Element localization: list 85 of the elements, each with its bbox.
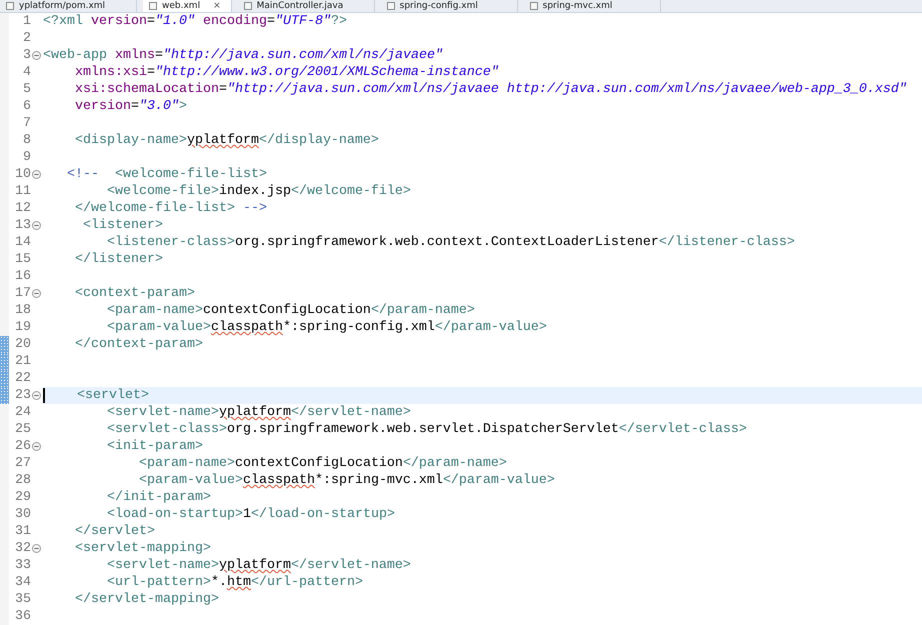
code-line: <param-name>contextConfigLocation</param-name> (138, 455, 507, 472)
code-line: <listener> (82, 217, 163, 234)
line-number: 20 (15, 337, 31, 352)
collapse-icon[interactable] (32, 391, 41, 400)
code-line: <load-on-startup>1</load-on-startup> (106, 506, 395, 523)
code-line: </listener> (74, 251, 163, 268)
line-number: 34 (15, 575, 31, 590)
line-number: 15 (15, 252, 31, 267)
editor-tab[interactable]: MainController.java (238, 0, 375, 12)
code-line: </welcome-file-list> --> (74, 200, 267, 217)
close-button[interactable]: × (213, 0, 221, 12)
line-number: 33 (15, 558, 31, 573)
file-icon (530, 2, 538, 10)
collapse-icon[interactable] (32, 170, 41, 179)
code-line: <param-value>classpath*:spring-mvc.xml</param-value> (138, 472, 555, 489)
line-number: 7 (23, 116, 31, 131)
line-number: 5 (23, 82, 31, 97)
file-icon (6, 2, 14, 10)
line-number: 27 (15, 456, 31, 471)
line-number: 10 (15, 167, 31, 182)
editor-tab[interactable]: web.xml × (143, 0, 232, 12)
code-line: version="3.0"> (74, 98, 187, 115)
line-number: 14 (15, 235, 31, 250)
line-number: 24 (15, 405, 31, 420)
line-number: 19 (15, 320, 31, 335)
line-number: 2 (23, 31, 31, 46)
collapse-icon[interactable] (32, 442, 41, 451)
file-icon (244, 2, 252, 10)
line-number: 21 (15, 354, 31, 369)
line-number: 16 (15, 269, 31, 284)
code-line: <!-- <welcome-file-list> (66, 166, 267, 183)
line-number: 25 (15, 422, 31, 437)
code-line: <context-param> (74, 285, 195, 302)
code-line: <param-value>classpath*:spring-config.xml</param-value> (106, 319, 547, 336)
collapse-icon[interactable] (32, 544, 41, 553)
collapse-icon[interactable] (32, 51, 41, 60)
code-line: <servlet-mapping> (74, 540, 211, 557)
code-line: <welcome-file>index.jsp</welcome-file> (106, 183, 411, 200)
editor-tab[interactable]: spring-mvc.xml (524, 0, 661, 12)
editor-tab[interactable]: spring-config.xml (380, 0, 518, 12)
code-line: <listener-class>org.springframework.web.context.ContextLoaderListener</listener-class> (106, 234, 795, 251)
line-number: 11 (15, 184, 31, 199)
line-number: 28 (15, 473, 31, 488)
line-number: 30 (15, 507, 31, 522)
code-line: </init-param> (106, 489, 211, 506)
line-number: 8 (23, 133, 31, 148)
line-number: 4 (23, 65, 31, 80)
line-number: 18 (15, 303, 31, 318)
code-line: </servlet> (74, 523, 155, 540)
code-line: <display-name>yplatform</display-name> (74, 132, 379, 149)
line-number: 17 (15, 286, 31, 301)
file-icon (149, 2, 157, 10)
line-number: 22 (15, 371, 31, 386)
code-line: <param-name>contextConfigLocation</param-name> (106, 302, 475, 319)
line-number: 1 (23, 14, 31, 29)
code-line: <url-pattern>*.htm</url-pattern> (106, 574, 363, 591)
code-line: <servlet-name>yplatform</servlet-name> (106, 404, 411, 421)
line-number: 26 (15, 439, 31, 454)
code-line: <servlet> (76, 387, 149, 404)
line-number: 9 (23, 150, 31, 165)
code-line: <init-param> (106, 438, 203, 455)
line-number: 31 (15, 524, 31, 539)
code-line: <web-app xmlns="http://java.sun.com/xml/ns/javaee" (43, 47, 443, 64)
code-line: <servlet-class>org.springframework.web.servlet.DispatcherServlet</servlet-class> (106, 421, 747, 438)
code-line: </servlet-mapping> (74, 591, 219, 608)
collapse-icon[interactable] (32, 221, 41, 230)
line-number: 3 (23, 48, 31, 63)
code-editor[interactable] (0, 13, 922, 625)
line-number: 35 (15, 592, 31, 607)
file-icon (386, 2, 395, 10)
code-line: xsi:schemaLocation="http://java.sun.com/xml/ns/javaee http://java.sun.com/xml/ns/javaee/web-app_3_0.xsd" (74, 81, 907, 98)
line-number: 13 (15, 218, 31, 233)
code-line: xmlns:xsi="http://www.w3.org/2001/XMLSchema-instance" (74, 64, 499, 81)
text-cursor (43, 388, 45, 403)
line-number: 29 (15, 490, 31, 505)
editor-tab[interactable]: yplatform/pom.xml (0, 0, 137, 12)
line-number: 6 (23, 99, 31, 114)
line-number: 32 (15, 541, 31, 556)
code-line: </context-param> (74, 336, 203, 353)
code-line: <?xml version="1.0" encoding="UTF-8"?> (43, 13, 347, 30)
line-number: 12 (15, 201, 31, 216)
line-number: 23 (15, 388, 31, 403)
code-line: <servlet-name>yplatform</servlet-name> (106, 557, 411, 574)
collapse-icon[interactable] (32, 289, 41, 298)
line-number: 36 (15, 609, 31, 624)
